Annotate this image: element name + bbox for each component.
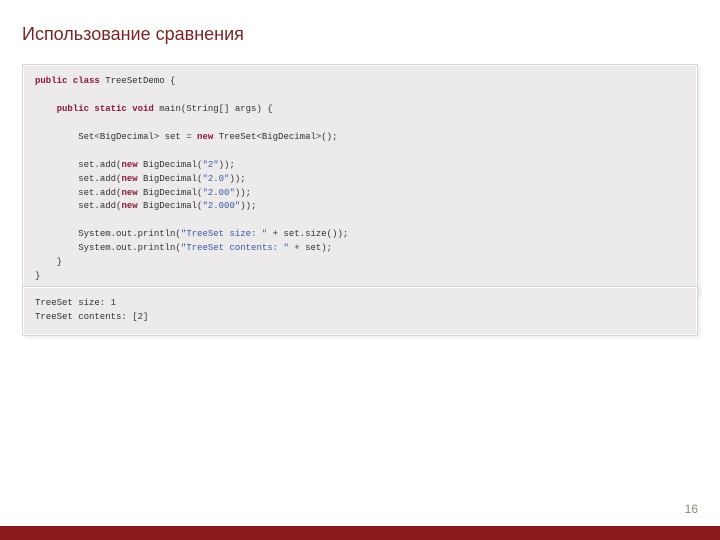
kw-new-a3: new [121, 188, 137, 198]
set-decl-a: Set<BigDecimal> set = [78, 132, 197, 142]
kw-class: class [73, 76, 100, 86]
add3-c: )); [235, 188, 251, 198]
page-number: 16 [685, 502, 698, 516]
kw-void: void [132, 104, 154, 114]
add1-b: BigDecimal( [138, 160, 203, 170]
add4-c: )); [240, 201, 256, 211]
add2-a: set.add( [78, 174, 121, 184]
add4-str: "2.000" [202, 201, 240, 211]
add4-b: BigDecimal( [138, 201, 203, 211]
add1-a: set.add( [78, 160, 121, 170]
kw-new1: new [197, 132, 213, 142]
print2-str: "TreeSet contents: " [181, 243, 289, 253]
class-decl: TreeSetDemo { [100, 76, 176, 86]
footer-bar [0, 526, 720, 540]
add3-str: "2.00" [202, 188, 234, 198]
print2-b: + set); [289, 243, 332, 253]
add2-c: )); [229, 174, 245, 184]
print1-str: "TreeSet size: " [181, 229, 267, 239]
output-line2: TreeSet contents: [2] [35, 312, 148, 322]
code-block-source: public class TreeSetDemo { public static… [22, 64, 698, 295]
add2-b: BigDecimal( [138, 174, 203, 184]
print1-b: + set.size()); [267, 229, 348, 239]
kw-static: static [94, 104, 126, 114]
add1-str: "2" [202, 160, 218, 170]
add3-b: BigDecimal( [138, 188, 203, 198]
add4-a: set.add( [78, 201, 121, 211]
output-line1: TreeSet size: 1 [35, 298, 116, 308]
kw-public2: public [57, 104, 89, 114]
close-inner: } [35, 257, 62, 267]
print2-a: System.out.println( [78, 243, 181, 253]
add3-a: set.add( [78, 188, 121, 198]
kw-new-a2: new [121, 174, 137, 184]
close-outer: } [35, 271, 40, 281]
kw-new-a1: new [121, 160, 137, 170]
main-sig: main(String[] args) { [154, 104, 273, 114]
code-block-output: TreeSet size: 1 TreeSet contents: [2] [22, 286, 698, 336]
slide: Использование сравнения public class Tre… [0, 0, 720, 540]
kw-public: public [35, 76, 67, 86]
print1-a: System.out.println( [78, 229, 181, 239]
kw-new-a4: new [121, 201, 137, 211]
set-decl-b: TreeSet<BigDecimal>(); [213, 132, 337, 142]
add2-str: "2.0" [202, 174, 229, 184]
add1-c: )); [219, 160, 235, 170]
slide-title: Использование сравнения [22, 24, 244, 45]
